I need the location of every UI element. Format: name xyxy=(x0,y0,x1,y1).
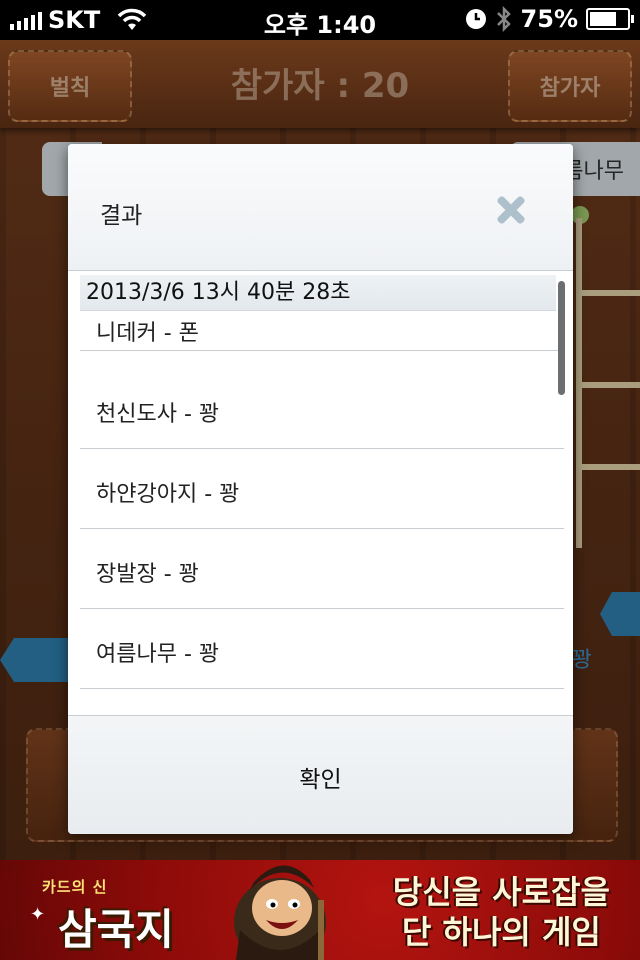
battery-percent: 75% xyxy=(520,5,578,33)
timestamp-header: 2013/3/6 13시 40분 28초 xyxy=(80,275,556,311)
list-item: 장발장 - 꽝 xyxy=(80,529,564,609)
list-item-label: 니데커 - 폰 xyxy=(96,321,199,346)
close-icon[interactable] xyxy=(491,190,531,230)
battery-icon xyxy=(586,8,634,30)
status-right: 75% xyxy=(465,5,634,33)
dialog-footer: 확인 xyxy=(68,715,573,834)
status-bar: SKT 오후 1:40 75% xyxy=(0,0,640,40)
dialog-header: 결과 xyxy=(68,144,573,271)
list-item-label: 천신도사 - 꽝 xyxy=(96,402,220,427)
list-item-label: 장발장 - 꽝 xyxy=(96,562,199,587)
result-dialog: 결과 니데커 - 폰 2013/3/6 13시 40분 28초 천신도사 - 꽝… xyxy=(68,144,573,834)
banner-title: 삼국지 xyxy=(58,905,174,954)
clock-icon xyxy=(465,9,486,29)
banner-slogan-line2: 단 하나의 게임 xyxy=(401,913,601,951)
banner-slogan-line1: 당신을 사로잡을 xyxy=(392,873,610,911)
banner-slogan: 당신을 사로잡을 단 하나의 게임 xyxy=(393,872,610,952)
ad-banner[interactable]: 카드의 신 ✦ 삼국지 당신을 사로잡을 단 하나의 게임 xyxy=(0,860,640,960)
battery-fill xyxy=(590,12,616,26)
list-item-label: 여름나무 - 꽝 xyxy=(96,642,220,667)
confirm-button[interactable]: 확인 xyxy=(68,760,573,794)
list-scrollbar[interactable] xyxy=(558,281,565,395)
bluetooth-icon xyxy=(496,6,511,32)
banner-small-text: 카드의 신 xyxy=(42,878,108,896)
character-illustration xyxy=(234,865,326,960)
result-list[interactable]: 니데커 - 폰 2013/3/6 13시 40분 28초 천신도사 - 꽝 하얀… xyxy=(68,271,573,715)
sparkle-icon: ✦ xyxy=(30,904,46,925)
list-item: 천신도사 - 꽝 xyxy=(80,369,564,449)
list-item: 여름나무 - 꽝 xyxy=(80,609,564,689)
dialog-title: 결과 xyxy=(100,203,143,229)
list-item: 하얀강아지 - 꽝 xyxy=(80,449,564,529)
list-item-label: 하얀강아지 - 꽝 xyxy=(96,482,240,507)
